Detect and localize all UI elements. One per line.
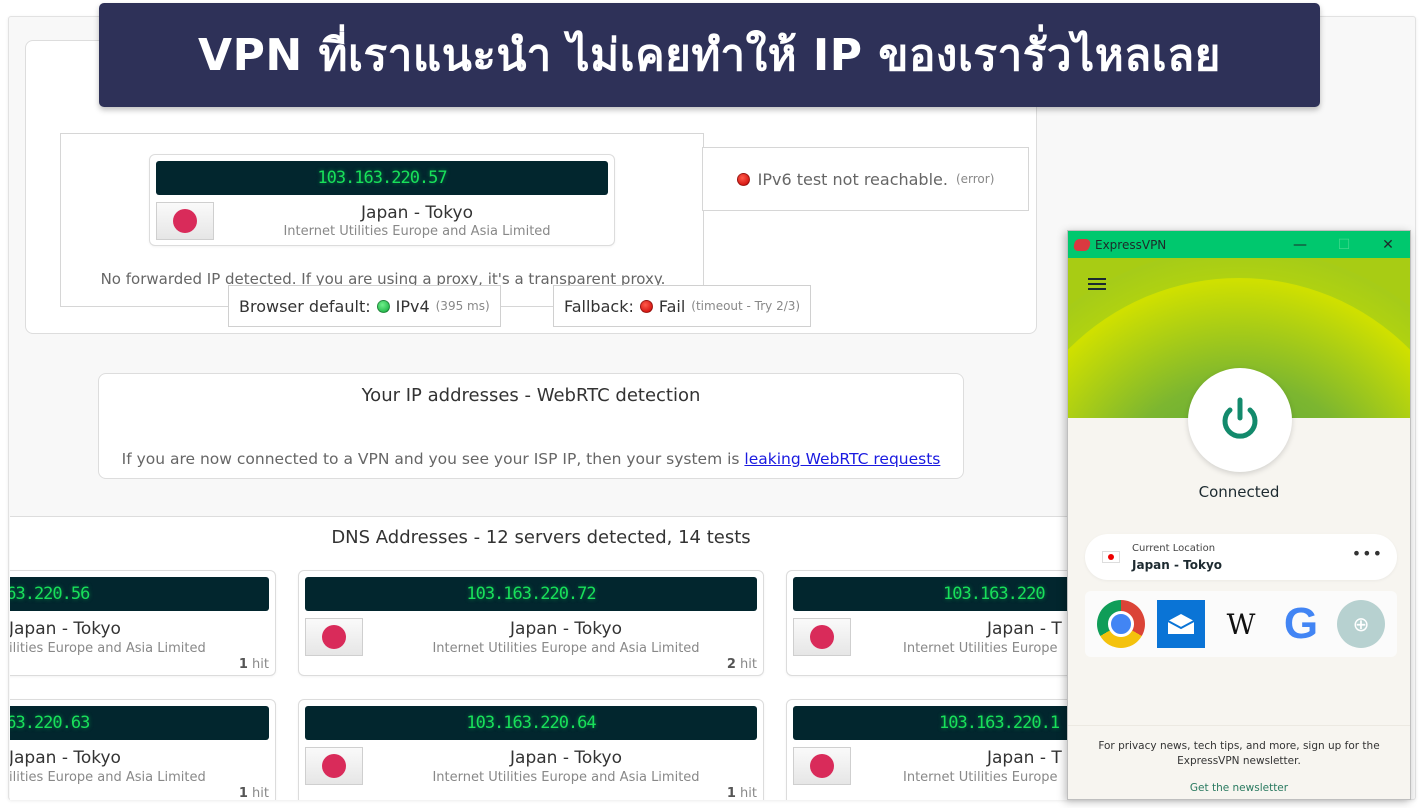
- connection-status: Connected: [1198, 483, 1280, 501]
- fail-status-icon: [639, 299, 653, 313]
- location: Japan - Tokyo: [510, 619, 622, 639]
- more-options-icon[interactable]: •••: [1352, 544, 1383, 563]
- browser-default-detail: (395 ms): [435, 299, 490, 313]
- app-shortcuts: W G ⊕: [1085, 591, 1397, 657]
- ipv6-message: IPv6 test not reachable.: [757, 169, 948, 189]
- isp: ilities Europe and Asia Limited: [10, 770, 206, 785]
- dns-panel: DNS Addresses - 12 servers detected, 14 …: [10, 516, 1110, 800]
- fallback-label: Fallback:: [564, 296, 634, 316]
- hit-count: 1 hit: [238, 657, 269, 672]
- power-button[interactable]: [1188, 368, 1292, 472]
- dns-server-card: 103.163.220.64 Japan - Tokyo Internet Ut…: [298, 699, 764, 800]
- mail-shortcut-icon[interactable]: [1157, 600, 1205, 648]
- ip-address: 103.163.220.72: [305, 577, 757, 611]
- isp: Internet Utilities Europe and Asia Limit…: [432, 641, 700, 656]
- newsletter-text: For privacy news, tech tips, and more, s…: [1098, 740, 1380, 767]
- current-location-selector[interactable]: Current Location Japan - Tokyo •••: [1085, 534, 1397, 580]
- webrtc-panel: Your IP addresses - WebRTC detection If …: [98, 373, 964, 479]
- location: Japan - Tokyo: [510, 748, 622, 768]
- browser-default-label: Browser default:: [239, 296, 371, 316]
- location: Japan - T: [987, 619, 1062, 639]
- dns-server-card: 163.220.56 Japan - Tokyo ilities Europe …: [10, 570, 276, 676]
- fallback-detail: (timeout - Try 2/3): [691, 299, 801, 313]
- browser-default-status: Browser default: IPv4 (395 ms): [228, 285, 501, 327]
- google-shortcut-icon[interactable]: G: [1277, 599, 1325, 648]
- power-icon: [1222, 397, 1258, 439]
- dns-title: DNS Addresses - 12 servers detected, 14 …: [331, 527, 751, 548]
- japan-flag-icon: [305, 747, 363, 785]
- hit-count: 2 hit: [726, 657, 757, 672]
- window-titlebar[interactable]: ExpressVPN — ☐ ✕: [1068, 231, 1410, 258]
- webrtc-leak-link[interactable]: leaking WebRTC requests: [744, 450, 940, 468]
- hamburger-menu-icon[interactable]: [1088, 278, 1106, 292]
- ip-address: 103.163.220: [793, 577, 1110, 611]
- ipv6-result-box: IPv6 test not reachable. (error): [702, 147, 1029, 211]
- isp: Internet Utilities Europe: [903, 770, 1058, 785]
- hit-count: 1 hit: [238, 786, 269, 800]
- ip-address: 103.163.220.64: [305, 706, 757, 740]
- window-title: ExpressVPN: [1095, 237, 1167, 252]
- ip-address: 103.163.220.1: [793, 706, 1110, 740]
- location: Japan - Tokyo: [10, 748, 121, 768]
- japan-flag-icon: [305, 618, 363, 656]
- webrtc-title: Your IP addresses - WebRTC detection: [361, 385, 701, 406]
- isp: Internet Utilities Europe: [903, 641, 1058, 656]
- expressvpn-logo-icon: [1072, 238, 1092, 251]
- japan-flag-icon: [1102, 551, 1120, 563]
- ipv4-card: 103.163.220.57 Japan - Tokyo Internet Ut…: [149, 154, 615, 246]
- get-newsletter-link[interactable]: Get the newsletter: [1068, 782, 1410, 794]
- chrome-shortcut-icon[interactable]: [1097, 600, 1145, 648]
- location: Japan - Tokyo: [361, 203, 473, 223]
- fallback-status: Fallback: Fail (timeout - Try 2/3): [553, 285, 812, 327]
- hit-count: 1 hit: [726, 786, 757, 800]
- wikipedia-shortcut-icon[interactable]: W: [1217, 600, 1265, 648]
- japan-flag-icon: [793, 747, 851, 785]
- current-location-label: Current Location: [1132, 543, 1216, 554]
- fallback-value: Fail: [658, 296, 686, 316]
- close-button[interactable]: ✕: [1366, 237, 1410, 253]
- webrtc-note: If you are now connected to a VPN and yo…: [99, 450, 963, 468]
- ip-address: 163.220.63: [10, 706, 269, 740]
- ipv6-detail: (error): [955, 172, 995, 186]
- envelope-icon: [1167, 614, 1195, 634]
- dns-server-card: 163.220.63 Japan - Tokyo ilities Europe …: [10, 699, 276, 800]
- webrtc-note-text: If you are now connected to a VPN and yo…: [121, 450, 745, 468]
- ip-address: 103.163.220.57: [156, 161, 608, 195]
- location: Japan - Tokyo: [10, 619, 121, 639]
- isp: ilities Europe and Asia Limited: [10, 641, 206, 656]
- japan-flag-icon: [156, 202, 214, 240]
- dns-server-card: 103.163.220 Japan - T Internet Utilities…: [786, 570, 1110, 676]
- ipv4-result-box: 103.163.220.57 Japan - Tokyo Internet Ut…: [60, 133, 704, 307]
- current-location-value: Japan - Tokyo: [1132, 558, 1223, 572]
- headline-banner: VPN ที่เราแนะนำ ไม่เคยทำให้ IP ของเรารั่…: [99, 3, 1320, 107]
- add-shortcut-icon[interactable]: ⊕: [1337, 600, 1385, 648]
- expressvpn-window: ExpressVPN — ☐ ✕ Connected Current Locat…: [1067, 230, 1411, 800]
- isp: Internet Utilities Europe and Asia Limit…: [432, 770, 700, 785]
- ip-address: 163.220.56: [10, 577, 269, 611]
- maximize-button[interactable]: ☐: [1322, 237, 1366, 253]
- dns-server-card: 103.163.220.72 Japan - Tokyo Internet Ut…: [298, 570, 764, 676]
- japan-flag-icon: [793, 618, 851, 656]
- browser-default-value: IPv4: [395, 296, 430, 316]
- dns-server-card: 103.163.220.1 Japan - T Internet Utiliti…: [786, 699, 1110, 800]
- isp: Internet Utilities Europe and Asia Limit…: [283, 224, 551, 239]
- location: Japan - T: [987, 748, 1062, 768]
- minimize-button[interactable]: —: [1278, 237, 1322, 253]
- success-status-icon: [376, 299, 390, 313]
- footer-divider: [1068, 725, 1410, 726]
- error-status-icon: [736, 172, 750, 186]
